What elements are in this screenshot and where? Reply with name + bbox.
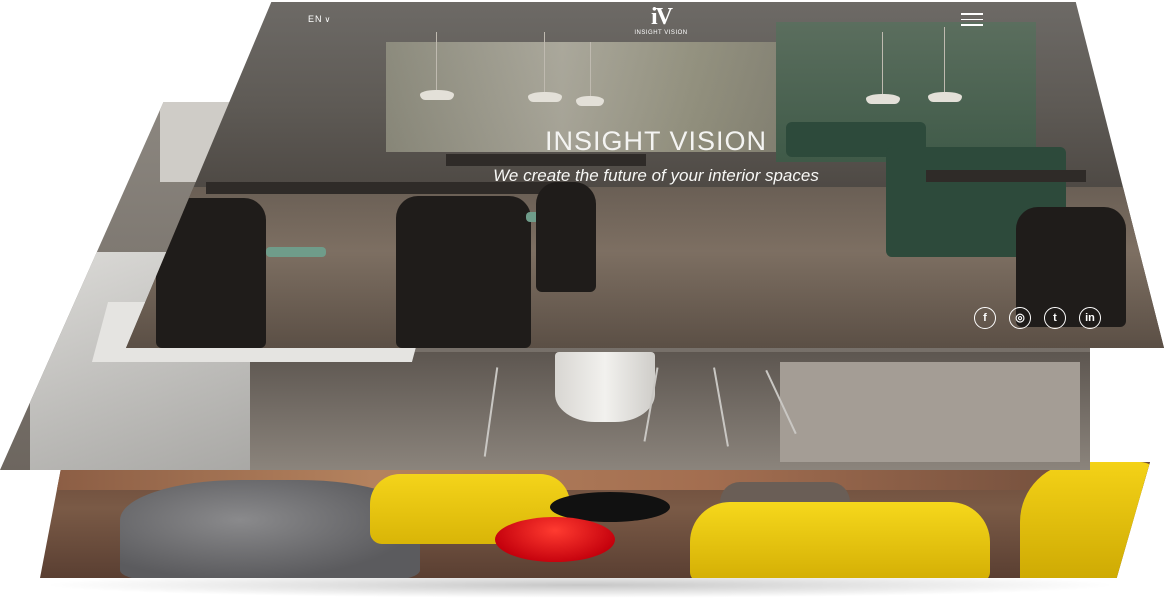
language-selector[interactable]: EN ∨ [308,14,331,24]
layer-website-hero: EN ∨ iV INSIGHT VISION INSIGHT VISION We … [126,2,1164,348]
layer-lounge-image [40,462,1150,578]
lamp-wire [436,32,437,92]
dining-chair [396,196,531,348]
social-links: f ◎ t in [974,307,1114,329]
hero-subtitle: We create the future of your interior sp… [493,166,819,185]
pendant-lamp [420,90,454,100]
dining-chair [536,182,596,292]
chevron-down-icon: ∨ [324,15,332,24]
pendant-lamp [576,96,604,106]
facebook-icon[interactable]: f [974,307,996,329]
hamburger-menu-icon[interactable] [961,13,983,30]
instagram-icon[interactable]: ◎ [1009,307,1031,329]
kitchen-rug [780,362,1080,462]
chair-seat [266,247,326,257]
site-logo[interactable]: iV INSIGHT VISION [621,5,701,36]
yellow-armchair-center [690,502,990,578]
logo-mark: iV [651,4,673,30]
dining-table [926,170,1086,182]
pendant-lamp [928,92,962,102]
pendant-lamp [866,94,900,104]
linkedin-icon[interactable]: in [1079,307,1101,329]
yellow-armchair-right [1020,462,1150,578]
twitter-icon[interactable]: t [1044,307,1066,329]
lamp-wire [882,32,883,96]
red-side-table [495,517,615,562]
lamp-wire [590,42,591,98]
table-pedestal [555,352,655,422]
language-label: EN [308,14,323,24]
lamp-wire [544,32,545,94]
logo-name: INSIGHT VISION [634,30,688,36]
hero-title: INSIGHT VISION [544,126,768,156]
lamp-wire [944,27,945,93]
pendant-lamp [528,92,562,102]
